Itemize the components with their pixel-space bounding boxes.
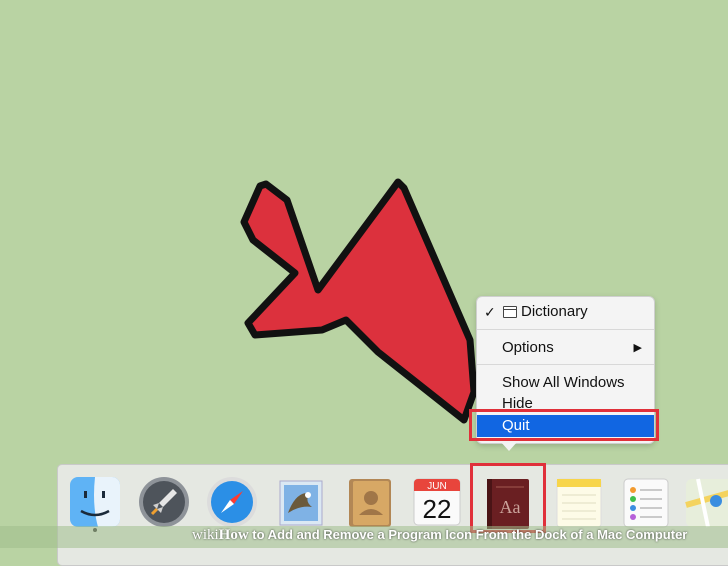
banner-title: to Add and Remove a Program Icon From th… xyxy=(248,527,688,542)
menu-item-show-all-windows-label: Show All Windows xyxy=(502,374,625,391)
contacts-icon[interactable] xyxy=(343,475,397,529)
menu-item-dictionary[interactable]: ✓ Dictionary xyxy=(477,301,654,323)
menu-item-dictionary-label: Dictionary xyxy=(521,303,588,320)
dictionary-highlight-box xyxy=(470,463,546,533)
quit-highlight-box xyxy=(469,409,659,441)
launchpad-icon[interactable] xyxy=(137,475,191,529)
calendar-day: 22 xyxy=(423,494,452,524)
menu-item-options-label: Options xyxy=(502,339,554,356)
wikihow-banner-text: wikiHow to Add and Remove a Program Icon… xyxy=(192,527,687,544)
arrow-shape xyxy=(240,178,478,424)
notes-icon[interactable] xyxy=(552,475,606,529)
menu-item-options[interactable]: Options ▶ xyxy=(477,337,654,359)
menu-pointer xyxy=(500,441,518,451)
menu-item-show-all-windows[interactable]: Show All Windows xyxy=(477,372,654,394)
reminders-icon[interactable] xyxy=(619,475,673,529)
submenu-arrow-icon: ▶ xyxy=(633,342,642,354)
menu-separator xyxy=(477,329,654,330)
menu-separator xyxy=(477,364,654,365)
mail-icon[interactable] xyxy=(274,475,328,529)
banner-how: How xyxy=(218,527,249,543)
maps-icon[interactable] xyxy=(684,475,728,529)
banner-wiki: wiki xyxy=(192,527,219,543)
window-icon xyxy=(503,306,517,318)
checkmark-icon: ✓ xyxy=(484,304,496,320)
safari-icon[interactable] xyxy=(205,475,259,529)
finder-icon[interactable] xyxy=(68,475,122,529)
calendar-icon[interactable]: JUN 22 xyxy=(410,475,464,529)
calendar-month: JUN xyxy=(427,481,446,492)
